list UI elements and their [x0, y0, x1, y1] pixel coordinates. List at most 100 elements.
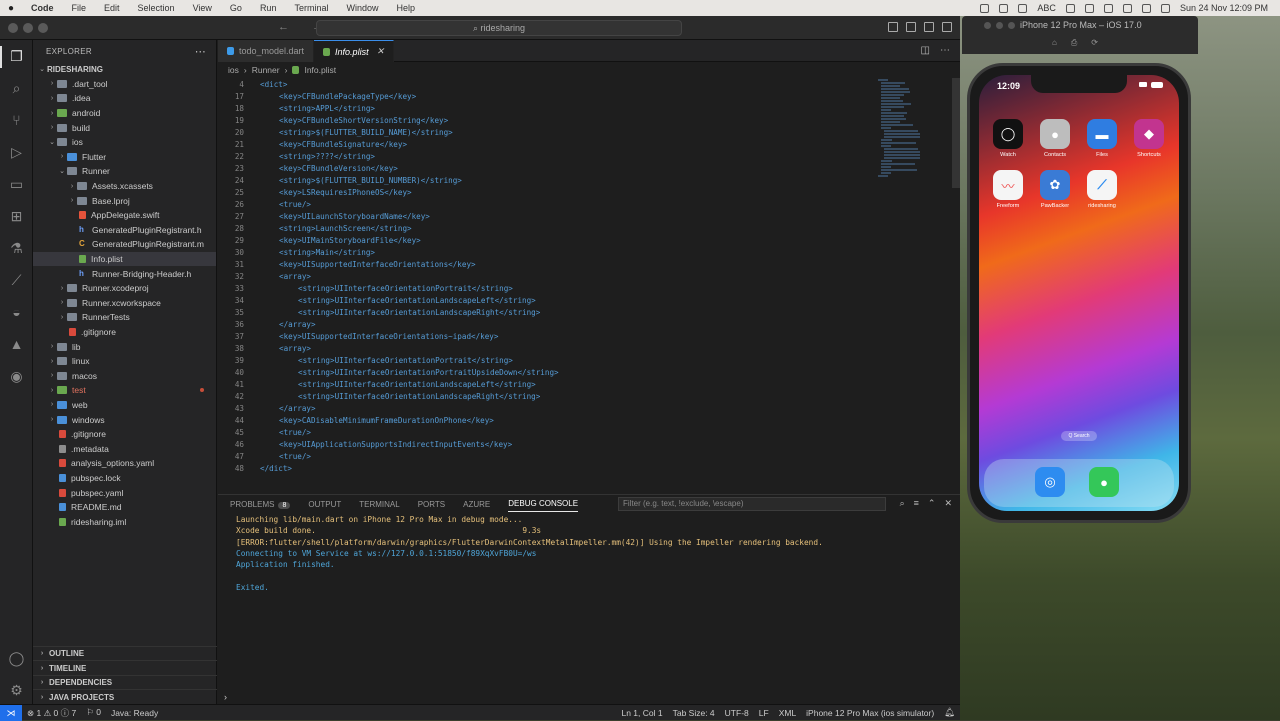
maximize-panel-icon[interactable]: ⌃ [928, 498, 936, 509]
azure-icon[interactable]: ▲ [8, 336, 25, 353]
app-messages[interactable]: ● [1089, 467, 1119, 497]
tab-output[interactable]: OUTPUT [308, 500, 341, 509]
section-java-projects[interactable]: › JAVA PROJECTS [33, 689, 217, 704]
folder-item[interactable]: › build [33, 120, 216, 135]
java-status[interactable]: Java: Ready [106, 708, 163, 718]
battery-icon[interactable] [1084, 3, 1094, 13]
testing-icon[interactable]: ⚗ [8, 240, 25, 257]
toggle-panel-icon[interactable] [906, 22, 916, 32]
console-prompt-icon[interactable]: › [224, 692, 227, 702]
remote-explorer-icon[interactable]: ▭ [8, 176, 25, 193]
docker-icon[interactable]: ◒ [8, 304, 25, 321]
tab-terminal[interactable]: TERMINAL [359, 500, 399, 509]
run-debug-icon[interactable]: ▷ [8, 144, 25, 161]
folder-item[interactable]: › android [33, 106, 216, 121]
tab-ports[interactable]: PORTS [418, 500, 445, 509]
app-freeform[interactable]: 〰 Freeform [993, 170, 1023, 209]
tab-azure[interactable]: AZURE [463, 500, 490, 509]
extensions-icon[interactable]: ⊞ [8, 208, 25, 225]
file-item[interactable]: Info.plist [33, 251, 216, 267]
folder-item[interactable]: › Runner.xcodeproj [33, 281, 216, 296]
file-item[interactable]: README.md [33, 500, 216, 515]
control-center-icon[interactable] [1141, 3, 1151, 13]
screen-icon[interactable] [1018, 3, 1028, 13]
toggle-sidebar-icon[interactable] [888, 22, 898, 32]
spotlight-icon[interactable] [1122, 3, 1132, 13]
folder-item[interactable]: › web [33, 398, 216, 413]
flutter-icon[interactable]: ⟋ [8, 272, 25, 289]
bluetooth-icon[interactable] [1065, 3, 1075, 13]
language-mode[interactable]: XML [774, 708, 801, 718]
close-tab-icon[interactable]: ✕ [377, 46, 385, 57]
minimap[interactable] [876, 78, 956, 177]
folder-item[interactable]: › windows [33, 412, 216, 427]
folder-item[interactable]: › test [33, 383, 216, 398]
home-icon[interactable]: ⌂ [1052, 38, 1057, 48]
menu-app-name[interactable]: Code [22, 3, 63, 13]
folder-item[interactable]: › lib [33, 339, 216, 354]
zoom-window-icon[interactable] [38, 23, 48, 33]
file-item[interactable]: .metadata [33, 441, 216, 456]
folder-item[interactable]: › macos [33, 368, 216, 383]
folder-item[interactable]: ⌄ Runner [33, 164, 216, 179]
folder-item[interactable]: ⌄ ios [33, 135, 216, 150]
close-window-icon[interactable] [984, 22, 991, 29]
siri-icon[interactable] [1160, 3, 1170, 13]
source-control-icon[interactable]: ⑂ [8, 112, 25, 129]
app-safari[interactable]: ◎ [1035, 467, 1065, 497]
file-item[interactable]: pubspec.yaml [33, 485, 216, 500]
customize-layout-icon[interactable] [942, 22, 952, 32]
tab-problems[interactable]: PROBLEMS 8 [230, 500, 291, 509]
file-item[interactable]: ridesharing.iml [33, 514, 216, 529]
extension-icon[interactable] [999, 3, 1009, 13]
cursor-position[interactable]: Ln 1, Col 1 [616, 708, 667, 718]
explorer-icon[interactable]: ❐ [8, 48, 25, 65]
code-area[interactable]: 4 <dict> 17 <key>CFBundlePackageType</key> 1… [218, 78, 878, 474]
menu-help[interactable]: Help [387, 3, 424, 13]
filter-search-icon[interactable]: ⌕ [900, 498, 905, 509]
app-shortcuts[interactable]: ◆ Shortcuts [1134, 119, 1164, 158]
folder-item[interactable]: › .dart_tool [33, 77, 216, 92]
problems-status[interactable]: ⊗ 1 ⚠ 0 ⓘ 7 [22, 707, 81, 719]
zoom-window-icon[interactable] [1008, 22, 1015, 29]
file-item[interactable]: C GeneratedPluginRegistrant.m [33, 237, 216, 252]
screenshot-icon[interactable]: ⎙ [1071, 38, 1077, 48]
rotate-icon[interactable]: ⟳ [1091, 38, 1098, 48]
breadcrumb-item[interactable]: Runner [252, 65, 280, 75]
breadcrumb-item[interactable]: ios [228, 65, 239, 75]
file-item[interactable]: h Runner-Bridging-Header.h [33, 266, 216, 281]
file-item[interactable]: pubspec.lock [33, 471, 216, 486]
encoding[interactable]: UTF-8 [720, 708, 754, 718]
record-icon[interactable] [980, 3, 990, 13]
app-files[interactable]: ▬ Files [1087, 119, 1117, 158]
menubar-clock[interactable]: Sun 24 Nov 12:09 PM [1180, 3, 1268, 13]
folder-item[interactable]: › .idea [33, 91, 216, 106]
minimize-window-icon[interactable] [23, 23, 33, 33]
workspace-root[interactable]: ⌄ RIDESHARING [33, 62, 216, 77]
wifi-icon[interactable] [1103, 3, 1113, 13]
line-ending[interactable]: LF [754, 708, 774, 718]
remote-indicator-icon[interactable]: ⋊ [0, 704, 22, 721]
app-pawbacker[interactable]: ✿ PawBacker [1040, 170, 1070, 209]
editor-scrollbar[interactable] [952, 78, 960, 188]
section-dependencies[interactable]: › DEPENDENCIES [33, 674, 217, 690]
tab-todo-model[interactable]: todo_model.dart [218, 40, 315, 62]
folder-item[interactable]: › Assets.xcassets [33, 179, 216, 194]
file-item[interactable]: h GeneratedPluginRegistrant.h [33, 223, 216, 238]
section-timeline[interactable]: › TIMELINE [33, 660, 217, 675]
menu-run[interactable]: Run [251, 3, 286, 13]
search-icon[interactable]: ⌕ [8, 80, 25, 97]
breadcrumb-item[interactable]: Info.plist [304, 65, 336, 75]
menu-file[interactable]: File [63, 3, 96, 13]
tab-info-plist[interactable]: Info.plist ✕ [314, 40, 395, 62]
file-item[interactable]: AppDelegate.swift [33, 208, 216, 223]
account-icon[interactable]: ◯ [8, 650, 25, 667]
folder-item[interactable]: › Runner.xcworkspace [33, 296, 216, 311]
menu-edit[interactable]: Edit [95, 3, 129, 13]
editor-more-icon[interactable]: ⋯ [940, 45, 950, 56]
indentation[interactable]: Tab Size: 4 [668, 708, 720, 718]
ios-home-screen[interactable]: 12:09 ◯ Watch ● Contacts ▬ Files ◆ Short… [979, 75, 1179, 511]
section-outline[interactable]: › OUTLINE [33, 645, 217, 661]
folder-item[interactable]: › RunnerTests [33, 310, 216, 325]
file-item[interactable]: .gitignore [33, 325, 216, 340]
